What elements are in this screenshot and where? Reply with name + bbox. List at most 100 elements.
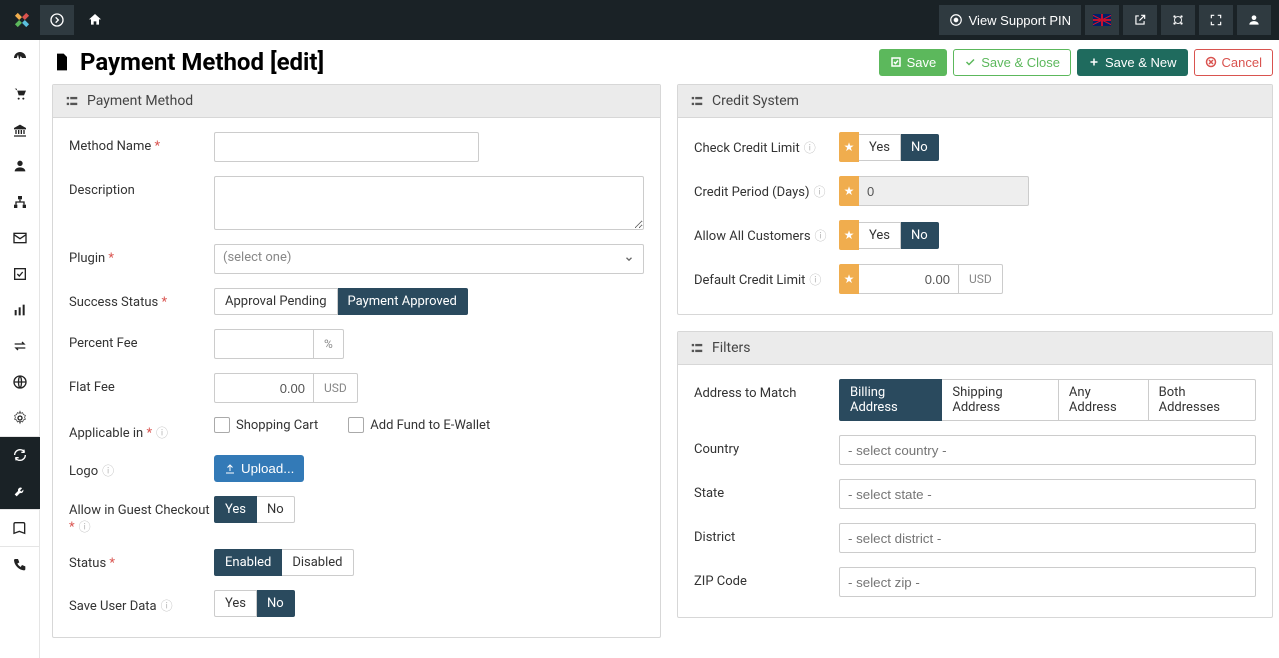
- star-icon: ★: [839, 176, 859, 206]
- district-select[interactable]: [839, 523, 1256, 553]
- zip-select[interactable]: [839, 567, 1256, 597]
- home-button[interactable]: [78, 5, 112, 35]
- country-select[interactable]: [839, 435, 1256, 465]
- allow-guest-yes[interactable]: Yes: [214, 496, 257, 523]
- flat-fee-input[interactable]: [214, 373, 314, 403]
- star-icon: ★: [839, 264, 859, 294]
- state-label: State: [694, 479, 839, 501]
- applicable-ewallet-checkbox[interactable]: Add Fund to E-Wallet: [348, 417, 490, 433]
- sidebar-check[interactable]: [0, 256, 40, 292]
- description-textarea[interactable]: [214, 176, 644, 230]
- save-user-data-toggle[interactable]: Yes No: [214, 590, 295, 617]
- allow-all-yes[interactable]: Yes: [859, 222, 901, 249]
- address-any[interactable]: Any Address: [1059, 379, 1149, 421]
- allow-all-no[interactable]: No: [901, 222, 939, 249]
- status-enabled[interactable]: Enabled: [214, 549, 282, 576]
- sidebar-dashboard[interactable]: [0, 40, 40, 76]
- check-credit-limit-toggle[interactable]: Yes No: [859, 134, 939, 161]
- document-icon: [52, 52, 72, 72]
- sidebar: [0, 40, 40, 658]
- save-user-data-no[interactable]: No: [257, 590, 295, 617]
- support-pin-button[interactable]: View Support PIN: [939, 5, 1081, 35]
- country-label: Country: [694, 435, 839, 457]
- state-select[interactable]: [839, 479, 1256, 509]
- success-status-pending[interactable]: Approval Pending: [214, 288, 338, 315]
- sidebar-bank[interactable]: [0, 112, 40, 148]
- method-name-label: Method Name *: [69, 132, 214, 154]
- sidebar-transfer[interactable]: [0, 328, 40, 364]
- chevron-down-icon: [614, 244, 644, 274]
- flat-fee-unit: USD: [314, 373, 358, 403]
- sidebar-cart[interactable]: [0, 76, 40, 112]
- address-billing[interactable]: Billing Address: [839, 379, 942, 421]
- sidebar-book[interactable]: [0, 510, 40, 546]
- percent-fee-input[interactable]: [214, 329, 314, 359]
- status-label: Status *: [69, 549, 214, 571]
- success-status-label: Success Status *: [69, 288, 214, 310]
- topbar: View Support PIN: [0, 0, 1279, 40]
- sidebar-tools[interactable]: [0, 473, 40, 509]
- save-user-data-yes[interactable]: Yes: [214, 590, 257, 617]
- success-status-toggle[interactable]: Approval Pending Payment Approved: [214, 288, 468, 315]
- external-link-button[interactable]: [1123, 5, 1157, 35]
- sidebar-chart[interactable]: [0, 292, 40, 328]
- allow-all-customers-label: Allow All Customersⓘ: [694, 220, 839, 244]
- address-both[interactable]: Both Addresses: [1149, 379, 1256, 421]
- save-close-button[interactable]: Save & Close: [953, 49, 1071, 76]
- applicable-cart-checkbox[interactable]: Shopping Cart: [214, 417, 318, 433]
- plugin-select[interactable]: (select one): [214, 244, 644, 274]
- sidebar-phone[interactable]: [0, 547, 40, 583]
- fullscreen-button[interactable]: [1199, 5, 1233, 35]
- address-shipping[interactable]: Shipping Address: [942, 379, 1059, 421]
- uk-flag-icon: [1092, 13, 1112, 27]
- check-credit-yes[interactable]: Yes: [859, 134, 901, 161]
- panel-payment-method: Payment Method Method Name * Description…: [52, 84, 661, 638]
- applicable-in-label: Applicable in *ⓘ: [69, 417, 214, 441]
- address-match-label: Address to Match: [694, 379, 839, 401]
- sidebar-user[interactable]: [0, 148, 40, 184]
- cancel-button[interactable]: Cancel: [1194, 49, 1273, 76]
- save-new-button[interactable]: Save & New: [1077, 49, 1188, 76]
- support-pin-label: View Support PIN: [969, 13, 1071, 28]
- user-button[interactable]: [1237, 5, 1271, 35]
- info-icon: ⓘ: [814, 185, 826, 199]
- list-icon: [690, 341, 704, 355]
- nav-forward-button[interactable]: [40, 5, 74, 35]
- upload-button[interactable]: Upload...: [214, 455, 304, 482]
- panel-title: Filters: [712, 340, 751, 356]
- info-icon: ⓘ: [102, 464, 114, 478]
- method-name-input[interactable]: [214, 132, 479, 162]
- info-icon: ⓘ: [804, 141, 816, 155]
- info-icon: ⓘ: [815, 229, 827, 243]
- sidebar-settings[interactable]: [0, 400, 40, 436]
- allow-guest-toggle[interactable]: Yes No: [214, 496, 295, 523]
- list-icon: [65, 94, 79, 108]
- percent-unit: %: [314, 329, 344, 359]
- joomla-button[interactable]: [1161, 5, 1195, 35]
- list-icon: [690, 94, 704, 108]
- sidebar-mail[interactable]: [0, 220, 40, 256]
- language-button[interactable]: [1085, 5, 1119, 35]
- info-icon: ⓘ: [809, 273, 821, 287]
- save-button[interactable]: Save: [879, 49, 948, 76]
- save-user-data-label: Save User Dataⓘ: [69, 590, 214, 614]
- star-icon: ★: [839, 132, 859, 162]
- allow-guest-no[interactable]: No: [257, 496, 295, 523]
- description-label: Description: [69, 176, 214, 198]
- panel-credit-system: Credit System Check Credit Limitⓘ ★ Yes …: [677, 84, 1273, 315]
- sidebar-globe[interactable]: [0, 364, 40, 400]
- credit-period-input[interactable]: [859, 176, 1029, 206]
- allow-guest-label: Allow in Guest Checkout *ⓘ: [69, 496, 214, 535]
- default-credit-limit-input[interactable]: [859, 264, 959, 294]
- address-match-toggle[interactable]: Billing Address Shipping Address Any Add…: [839, 379, 1256, 421]
- status-disabled[interactable]: Disabled: [282, 549, 353, 576]
- status-toggle[interactable]: Enabled Disabled: [214, 549, 354, 576]
- success-status-approved[interactable]: Payment Approved: [338, 288, 468, 315]
- logo-label: Logoⓘ: [69, 455, 214, 479]
- check-credit-no[interactable]: No: [901, 134, 939, 161]
- allow-all-toggle[interactable]: Yes No: [859, 222, 939, 249]
- sidebar-sitemap[interactable]: [0, 184, 40, 220]
- sidebar-refresh[interactable]: [0, 437, 40, 473]
- app-logo: [8, 6, 36, 34]
- panel-title: Credit System: [712, 93, 799, 109]
